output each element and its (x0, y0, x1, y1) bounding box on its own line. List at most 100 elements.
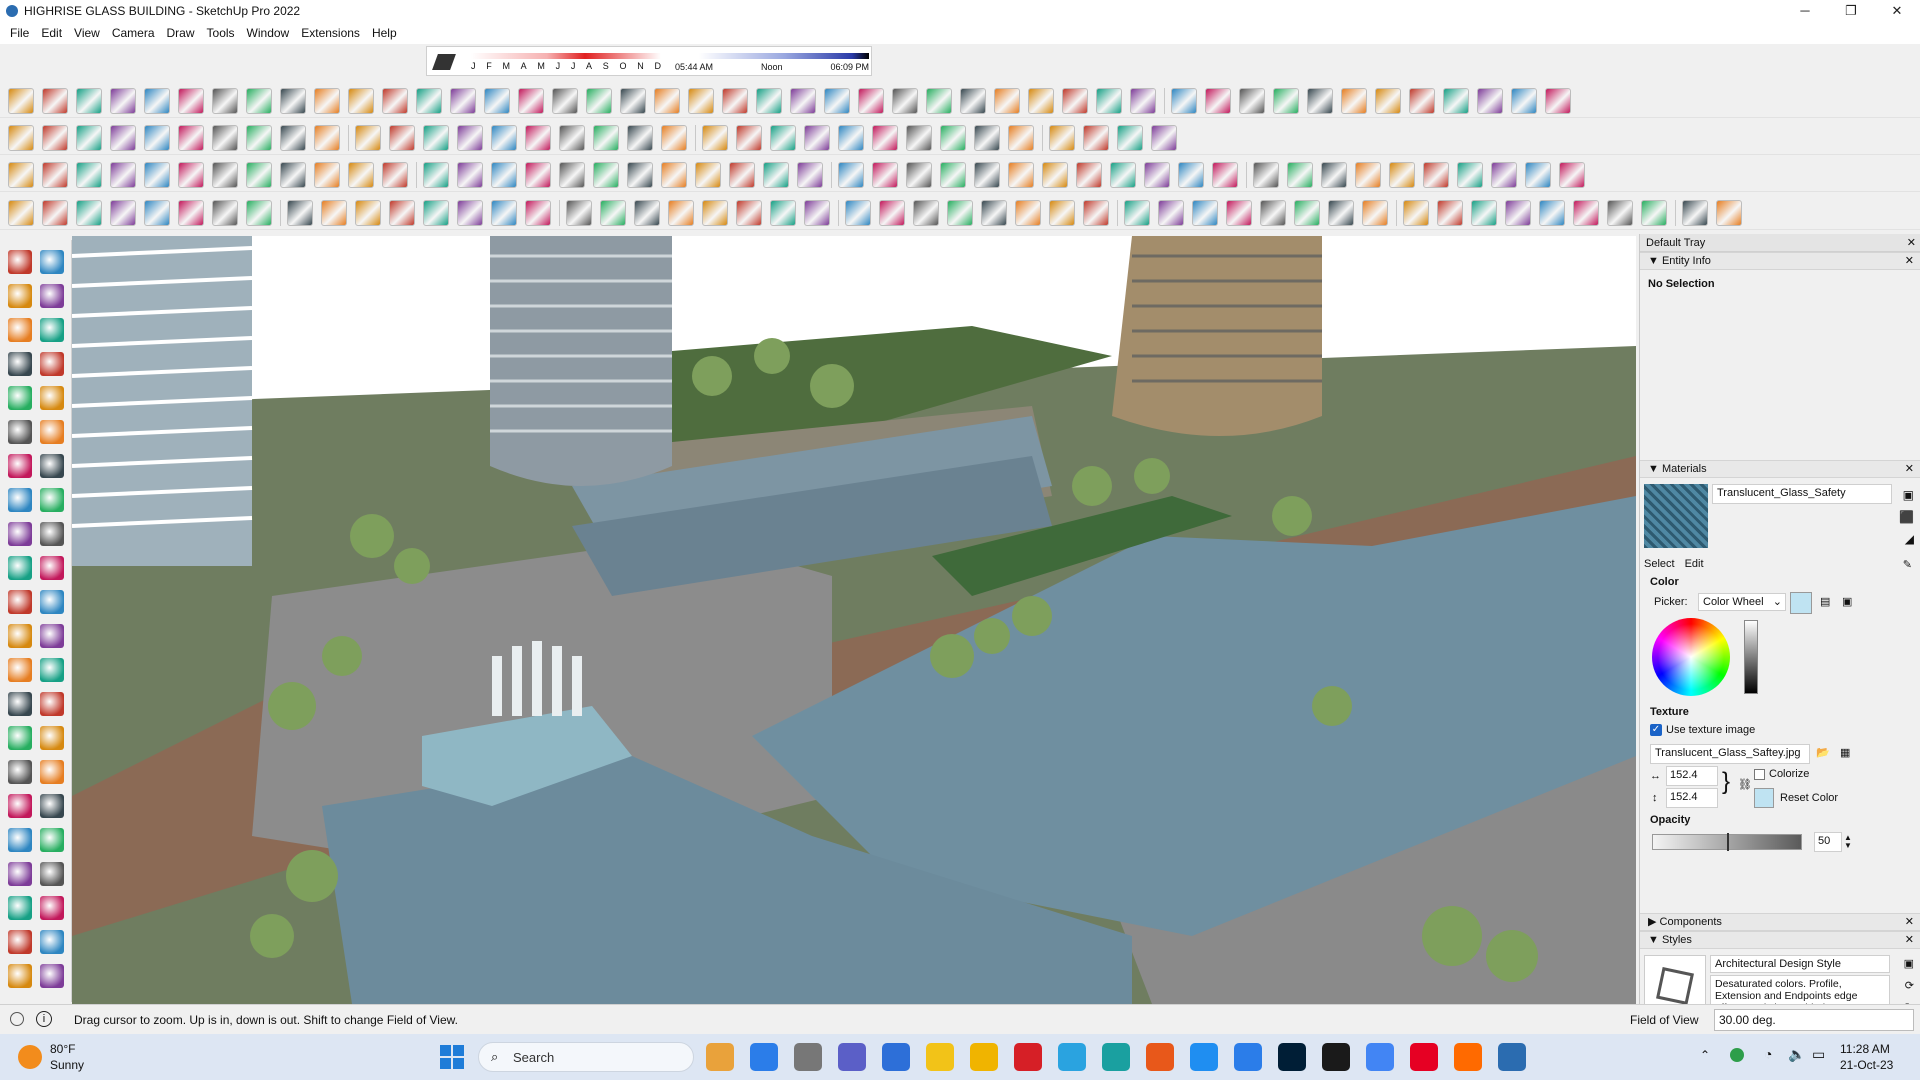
colorize-checkbox[interactable] (1754, 768, 1765, 780)
toolbar-tool-icon[interactable] (144, 161, 170, 188)
toolbar-tool-icon[interactable] (457, 161, 483, 188)
toolbar-tool-icon[interactable] (1375, 87, 1401, 114)
left-tool-icon[interactable] (8, 318, 32, 342)
menu-help[interactable]: Help (366, 26, 403, 40)
toolbar-tool-icon[interactable] (518, 87, 544, 114)
toolbar-tool-icon[interactable] (736, 124, 762, 151)
toolbar-tool-icon[interactable] (1144, 161, 1170, 188)
toolbar-tool-icon[interactable] (1239, 87, 1265, 114)
eyedropper-icon[interactable]: ✎ (1903, 558, 1912, 571)
toolbar-tool-icon[interactable] (600, 199, 626, 226)
paint-bucket-icon[interactable]: ⬛ (1899, 510, 1914, 524)
toolbar-tool-icon[interactable] (736, 199, 762, 226)
toolbar-tool-icon[interactable] (525, 199, 551, 226)
toolbar-tool-icon[interactable] (661, 161, 687, 188)
toolbar-tool-icon[interactable] (8, 199, 34, 226)
toolbar-tool-icon[interactable] (906, 124, 932, 151)
toolbar-tool-icon[interactable] (76, 199, 102, 226)
toolbar-tool-icon[interactable] (1355, 161, 1381, 188)
drawing-viewport[interactable] (72, 236, 1636, 1004)
left-tool-icon[interactable] (40, 930, 64, 954)
edit-texture-icon[interactable]: ▦ (1840, 746, 1850, 759)
toolbar-tool-icon[interactable] (144, 124, 170, 151)
toolbar-tool-icon[interactable] (566, 199, 592, 226)
left-tool-icon[interactable] (8, 590, 32, 614)
toolbar-tool-icon[interactable] (913, 199, 939, 226)
match-model-color-icon[interactable]: ▤ (1820, 595, 1830, 608)
shadow-date-slider[interactable]: J F M A M J J A S O N D (471, 49, 661, 75)
toolbar-tool-icon[interactable] (42, 161, 68, 188)
toolbar-tool-icon[interactable] (634, 199, 660, 226)
toolbar-tool-icon[interactable] (838, 161, 864, 188)
maximize-button[interactable]: ❐ (1828, 0, 1874, 22)
taskbar-app-icon[interactable] (1146, 1043, 1174, 1071)
left-tool-icon[interactable] (8, 522, 32, 546)
toolbar-tool-icon[interactable] (1573, 199, 1599, 226)
start-windows-icon[interactable] (440, 1045, 464, 1069)
left-tool-icon[interactable] (40, 896, 64, 920)
materials-header[interactable]: ▼ Materials ✕ (1640, 460, 1920, 478)
opacity-slider[interactable] (1652, 833, 1802, 851)
toolbar-tool-icon[interactable] (280, 124, 306, 151)
left-tool-icon[interactable] (8, 624, 32, 648)
styles-header[interactable]: ▼ Styles ✕ (1640, 931, 1920, 949)
toolbar-tool-icon[interactable] (42, 87, 68, 114)
toolbar-tool-icon[interactable] (280, 161, 306, 188)
toolbar-tool-icon[interactable] (552, 87, 578, 114)
toolbar-tool-icon[interactable] (960, 87, 986, 114)
toolbar-tool-icon[interactable] (8, 87, 34, 114)
toolbar-tool-icon[interactable] (178, 199, 204, 226)
toolbar-tool-icon[interactable] (1545, 87, 1571, 114)
taskbar-search-box[interactable]: ⌕ Search (478, 1042, 694, 1072)
toolbar-tool-icon[interactable] (144, 199, 170, 226)
toolbar-tool-icon[interactable] (627, 124, 653, 151)
taskbar-app-icon[interactable] (1014, 1043, 1042, 1071)
toolbar-tool-icon[interactable] (559, 124, 585, 151)
picker-select[interactable]: Color Wheel ⌄ (1698, 593, 1786, 611)
toolbar-tool-icon[interactable] (246, 87, 272, 114)
toolbar-tool-icon[interactable] (668, 199, 694, 226)
taskbar-app-icon[interactable] (1190, 1043, 1218, 1071)
toolbar-tool-icon[interactable] (981, 199, 1007, 226)
toolbar-tool-icon[interactable] (756, 87, 782, 114)
toolbar-tool-icon[interactable] (42, 199, 68, 226)
toolbar-tool-icon[interactable] (729, 161, 755, 188)
components-close-icon[interactable]: ✕ (1905, 914, 1914, 931)
toolbar-tool-icon[interactable] (144, 87, 170, 114)
toolbar-tool-icon[interactable] (42, 124, 68, 151)
match-screen-color-icon[interactable]: ▣ (1842, 595, 1852, 608)
toolbar-tool-icon[interactable] (1559, 161, 1585, 188)
geolocation-icon[interactable] (10, 1012, 24, 1026)
styles-close-icon[interactable]: ✕ (1905, 932, 1914, 949)
taskbar-app-icon[interactable] (1454, 1043, 1482, 1071)
toolbar-tool-icon[interactable] (845, 199, 871, 226)
tray-app-icon[interactable] (1730, 1048, 1744, 1062)
left-tool-icon[interactable] (8, 964, 32, 988)
date-slider-track[interactable] (471, 53, 661, 59)
taskbar-app-icon[interactable] (1058, 1043, 1086, 1071)
texture-height-input[interactable]: 152.4 mm (1666, 788, 1718, 808)
toolbar-tool-icon[interactable] (838, 124, 864, 151)
toolbar-tool-icon[interactable] (246, 161, 272, 188)
toolbar-tool-icon[interactable] (1028, 87, 1054, 114)
toolbar-tool-icon[interactable] (484, 87, 510, 114)
clock-time[interactable]: 11:28 AM (1840, 1042, 1890, 1056)
toolbar-tool-icon[interactable] (457, 124, 483, 151)
toolbar-tool-icon[interactable] (1321, 161, 1347, 188)
toolbar-tool-icon[interactable] (1403, 199, 1429, 226)
left-tool-icon[interactable] (40, 760, 64, 784)
materials-close-icon[interactable]: ✕ (1905, 461, 1914, 478)
toolbar-tool-icon[interactable] (1491, 161, 1517, 188)
toolbar-tool-icon[interactable] (1607, 199, 1633, 226)
measurements-box[interactable]: 30.00 deg. (1714, 1009, 1914, 1031)
toolbar-tool-icon[interactable] (1212, 161, 1238, 188)
toolbar-tool-icon[interactable] (974, 124, 1000, 151)
texture-width-input[interactable]: 152.4 mm (1666, 766, 1718, 786)
instructor-info-icon[interactable]: i (36, 1011, 52, 1027)
toolbar-tool-icon[interactable] (110, 199, 136, 226)
left-tool-icon[interactable] (8, 794, 32, 818)
toolbar-tool-icon[interactable] (423, 199, 449, 226)
toolbar-tool-icon[interactable] (348, 161, 374, 188)
taskbar-app-icon[interactable] (794, 1043, 822, 1071)
toolbar-tool-icon[interactable] (1437, 199, 1463, 226)
